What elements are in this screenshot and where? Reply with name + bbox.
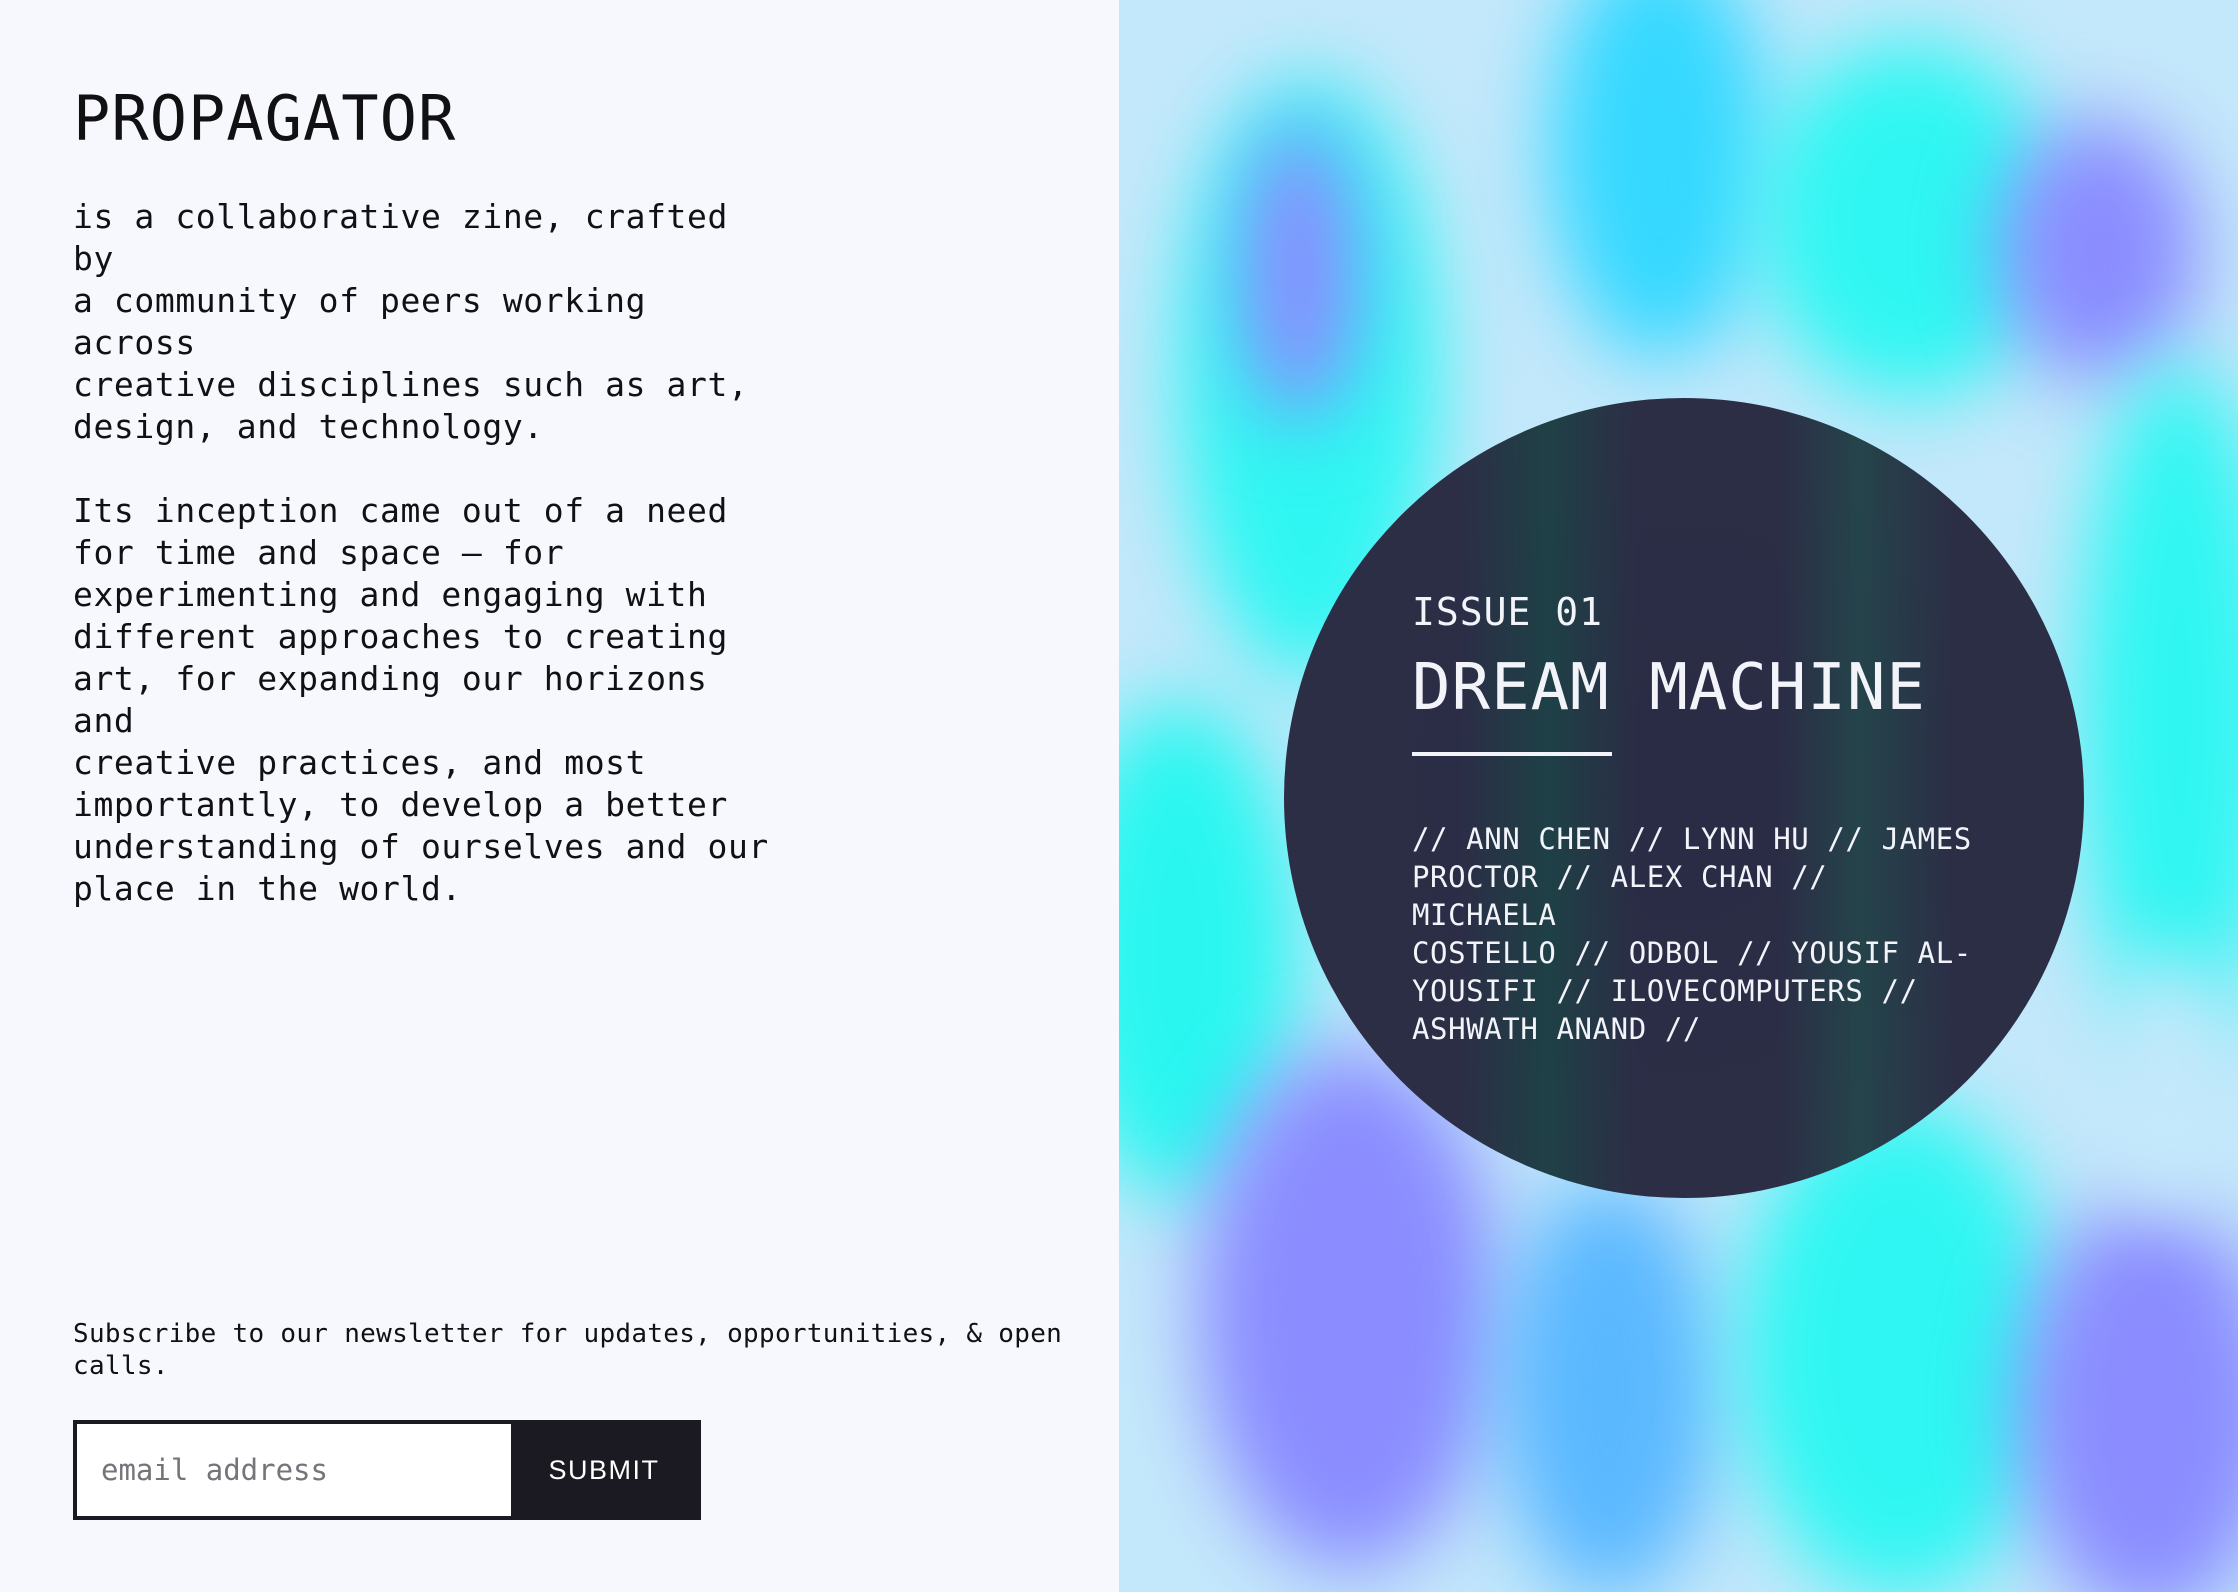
issue-disc: ISSUE 01 DREAM MACHINE // ANN CHEN // LY… <box>1284 398 2084 1198</box>
page: PROPAGATOR is a collaborative zine, craf… <box>0 0 2238 1592</box>
brand-title: PROPAGATOR <box>73 82 457 155</box>
intro-paragraph-2: Its inception came out of a need for tim… <box>73 491 769 908</box>
newsletter-text: Subscribe to our newsletter for updates,… <box>73 1319 1063 1381</box>
submit-button[interactable]: SUBMIT <box>511 1424 697 1516</box>
newsletter-section: Subscribe to our newsletter for updates,… <box>73 1318 1073 1520</box>
newsletter-form: SUBMIT <box>73 1420 701 1520</box>
contributors-list: // ANN CHEN // LYNN HU // JAMES PROCTOR … <box>1412 822 1972 1046</box>
email-input[interactable] <box>77 1424 511 1516</box>
issue-number: ISSUE 01 <box>1412 590 1604 634</box>
issue-info: ISSUE 01 DREAM MACHINE // ANN CHEN // LY… <box>1412 588 1972 1048</box>
title-divider <box>1412 752 1612 756</box>
cover-panel: ISSUE 01 DREAM MACHINE // ANN CHEN // LY… <box>1119 0 2238 1592</box>
intro-paragraph-1: is a collaborative zine, crafted by a co… <box>73 197 749 446</box>
intro-panel: PROPAGATOR is a collaborative zine, craf… <box>0 0 1119 1592</box>
issue-title: DREAM MACHINE <box>1412 651 1926 725</box>
